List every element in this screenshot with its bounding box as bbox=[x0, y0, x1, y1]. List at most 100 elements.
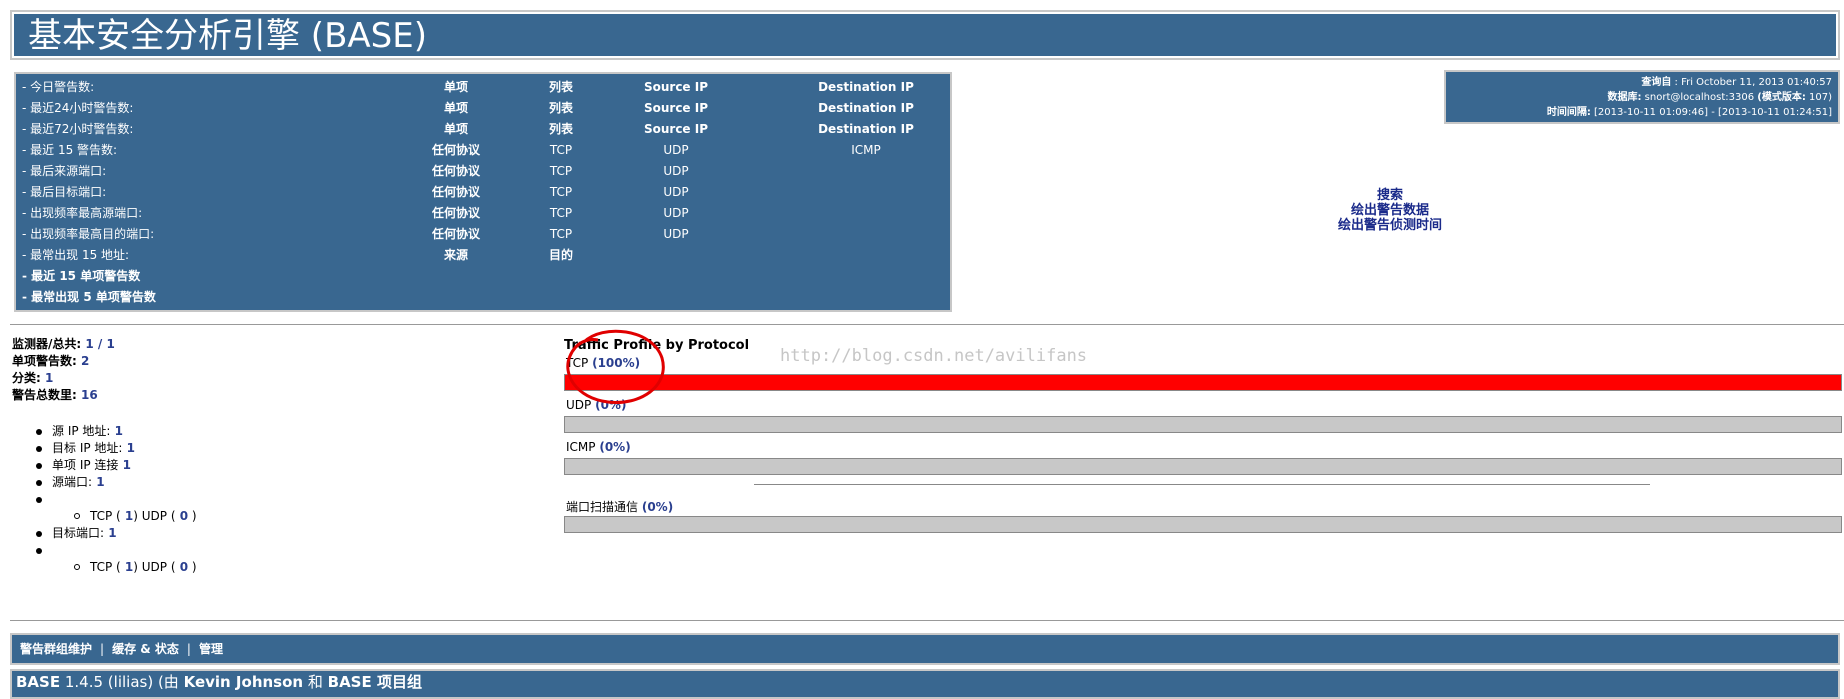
query-info-box: 查询自 : Fri October 11, 2013 01:40:57 数据库:… bbox=[1444, 70, 1840, 124]
dst-udp-value: 0 bbox=[175, 560, 189, 574]
link-any-protocol[interactable]: 任何协议 bbox=[426, 161, 486, 182]
search-link[interactable]: 搜索 bbox=[1300, 188, 1480, 203]
unique-alerts-value: 2 bbox=[76, 354, 90, 368]
link-any-protocol[interactable]: 任何协议 bbox=[426, 140, 486, 161]
src-ip-value: 1 bbox=[110, 424, 123, 438]
stats-row-72h: - 最近72小时警告数: 单项 列表 Source IP Destination… bbox=[16, 119, 950, 140]
stats-row-label: - 最后来源端口: bbox=[22, 164, 107, 178]
list-item: 目标 IP 地址: 1 bbox=[34, 440, 197, 457]
link-listing[interactable]: 列表 bbox=[531, 98, 591, 119]
link-unique[interactable]: 单项 bbox=[426, 119, 486, 140]
alert-group-maintenance-link[interactable]: 警告群组维护 bbox=[20, 642, 92, 656]
link-udp[interactable]: UDP bbox=[626, 140, 726, 161]
link-udp[interactable]: UDP bbox=[626, 161, 726, 182]
query-time-label: 查询自 bbox=[1641, 77, 1672, 88]
link-destination-ip[interactable]: Destination IP bbox=[796, 77, 936, 98]
link-udp[interactable]: UDP bbox=[626, 182, 726, 203]
link-most-frequent-5-unique[interactable]: - 最常出现 5 单项警告数 bbox=[22, 287, 956, 308]
stats-row-24h: - 最近24小时警告数: 单项 列表 Source IP Destination… bbox=[16, 98, 950, 119]
dst-tcp-link[interactable]: TCP ( bbox=[90, 560, 121, 574]
link-source-ip[interactable]: Source IP bbox=[626, 77, 726, 98]
link-any-protocol[interactable]: 任何协议 bbox=[426, 182, 486, 203]
link-unique[interactable]: 单项 bbox=[426, 77, 486, 98]
stats-row-last-dst-port: - 最后目标端口: 任何协议 TCP UDP bbox=[16, 182, 950, 203]
unique-ip-link[interactable]: 单项 IP 连接 bbox=[52, 458, 118, 472]
sensors-link[interactable]: 监测器/总共: bbox=[12, 337, 81, 351]
stats-row-label: - 最常出现 15 地址: bbox=[22, 248, 130, 262]
graph-alert-data-link[interactable]: 绘出警告数据 bbox=[1300, 203, 1480, 218]
link-source-ip[interactable]: Source IP bbox=[626, 98, 726, 119]
schema-label: (模式版本: bbox=[1757, 92, 1806, 103]
link-destination-ip[interactable]: Destination IP bbox=[796, 98, 936, 119]
base-link[interactable]: BASE bbox=[16, 673, 60, 691]
link-destination[interactable]: 目的 bbox=[531, 245, 591, 266]
src-udp-link[interactable]: ) UDP ( bbox=[133, 509, 175, 523]
link-icmp[interactable]: ICMP bbox=[796, 140, 936, 161]
annotation-stroke bbox=[566, 329, 665, 404]
stats-row-last-15: - 最近 15 警告数: 任何协议 TCP UDP ICMP bbox=[16, 140, 950, 161]
src-ip-link[interactable]: 源 IP 地址: bbox=[52, 424, 110, 438]
cache-status-link[interactable]: 缓存 & 状态 bbox=[112, 642, 179, 656]
title-bar: 基本安全分析引擎 (BASE) bbox=[10, 10, 1840, 60]
icmp-percent-link[interactable]: (0%) bbox=[599, 440, 630, 454]
portscan-label: 端口扫描通信 bbox=[566, 500, 639, 514]
src-tcp-value: 1 bbox=[120, 509, 134, 523]
link-tcp[interactable]: TCP bbox=[531, 182, 591, 203]
dst-port-link[interactable]: 目标端口: bbox=[52, 526, 104, 540]
watermark-text: http://blog.csdn.net/avilifans bbox=[780, 346, 1088, 366]
stats-row-label: - 出现频率最高源端口: bbox=[22, 206, 143, 220]
link-tcp[interactable]: TCP bbox=[531, 140, 591, 161]
icmp-bar bbox=[564, 458, 1842, 475]
divider bbox=[10, 620, 1844, 621]
list-item: 源端口: 1 bbox=[34, 474, 197, 491]
src-tcp-link[interactable]: TCP ( bbox=[90, 509, 121, 523]
link-tcp[interactable]: TCP bbox=[531, 224, 591, 245]
tcp-bar-fill bbox=[565, 375, 1841, 390]
src-port-link[interactable]: 源端口: bbox=[52, 475, 92, 489]
center-links: 搜索 绘出警告数据 绘出警告侦测时间 bbox=[1300, 188, 1480, 233]
link-any-protocol[interactable]: 任何协议 bbox=[426, 203, 486, 224]
link-udp[interactable]: UDP bbox=[626, 224, 726, 245]
divider bbox=[10, 324, 1844, 325]
dst-ip-link[interactable]: 目标 IP 地址: bbox=[52, 441, 122, 455]
categories-link[interactable]: 分类: bbox=[12, 371, 41, 385]
nav-separator: | bbox=[186, 642, 191, 656]
list-item bbox=[34, 542, 197, 559]
graph-alert-time-link[interactable]: 绘出警告侦测时间 bbox=[1300, 218, 1480, 233]
stats-row-freq-dst-port: - 出现频率最高目的端口: 任何协议 TCP UDP bbox=[16, 224, 950, 245]
link-udp[interactable]: UDP bbox=[626, 203, 726, 224]
dst-udp-link[interactable]: ) UDP ( bbox=[133, 560, 175, 574]
administration-link[interactable]: 管理 bbox=[199, 642, 223, 656]
alert-stats-panel: - 今日警告数: 单项 列表 Source IP Destination IP … bbox=[14, 72, 952, 312]
author-link[interactable]: Kevin Johnson bbox=[184, 673, 304, 691]
total-alerts-link[interactable]: 警告总数里: bbox=[12, 388, 77, 402]
link-tcp[interactable]: TCP bbox=[531, 203, 591, 224]
time-window-value: [2013-10-11 01:09:46] - [2013-10-11 01:2… bbox=[1590, 107, 1832, 118]
stats-row-label: - 最近24小时警告数: bbox=[22, 101, 134, 115]
link-listing[interactable]: 列表 bbox=[531, 119, 591, 140]
link-any-protocol[interactable]: 任何协议 bbox=[426, 224, 486, 245]
list-item: 单项 IP 连接 1 bbox=[34, 457, 197, 474]
link-listing[interactable]: 列表 bbox=[531, 77, 591, 98]
unique-alerts-link[interactable]: 单项警告数: bbox=[12, 354, 77, 368]
paren: ) bbox=[188, 560, 197, 574]
team-link[interactable]: BASE 项目组 bbox=[328, 673, 422, 691]
categories-value: 1 bbox=[40, 371, 54, 385]
total-alerts-value: 16 bbox=[76, 388, 98, 402]
link-unique[interactable]: 单项 bbox=[426, 98, 486, 119]
udp-bar bbox=[564, 416, 1842, 433]
link-last-15-unique[interactable]: - 最近 15 单项警告数 bbox=[22, 266, 956, 287]
list-item: 目标端口: 1 bbox=[34, 525, 197, 542]
link-source[interactable]: 来源 bbox=[426, 245, 486, 266]
paren: ) bbox=[188, 509, 197, 523]
link-source-ip[interactable]: Source IP bbox=[626, 119, 726, 140]
portscan-bar bbox=[564, 516, 1842, 533]
portscan-percent-link[interactable]: (0%) bbox=[642, 500, 673, 514]
link-tcp[interactable]: TCP bbox=[531, 161, 591, 182]
src-port-value: 1 bbox=[92, 475, 105, 489]
stats-row-label: - 最近72小时警告数: bbox=[22, 122, 134, 136]
traffic-divider bbox=[754, 484, 1650, 485]
query-time-value: : Fri October 11, 2013 01:40:57 bbox=[1671, 77, 1832, 88]
dst-tcp-value: 1 bbox=[120, 560, 134, 574]
link-destination-ip[interactable]: Destination IP bbox=[796, 119, 936, 140]
